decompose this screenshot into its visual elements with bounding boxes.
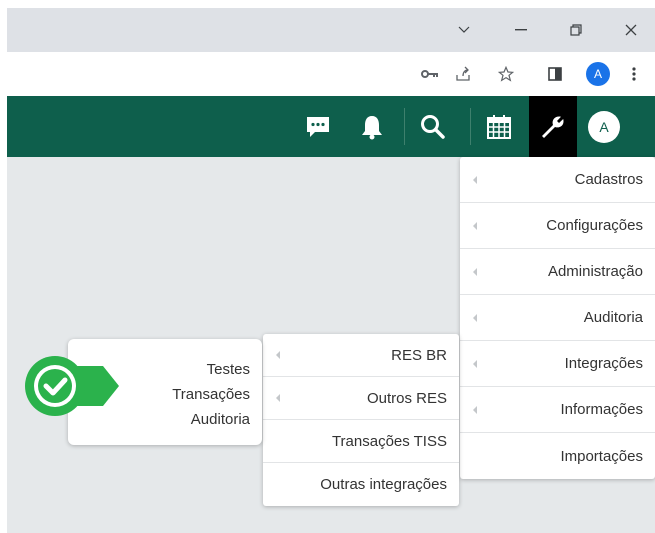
menu-item-integracoes[interactable]: Integrações <box>460 341 655 387</box>
wrench-icon <box>529 96 577 157</box>
wrench-tab[interactable] <box>529 96 577 157</box>
restore-icon[interactable] <box>562 16 590 44</box>
chevron-down-icon[interactable] <box>450 16 478 44</box>
caret-left-icon <box>276 351 280 359</box>
caret-left-icon <box>473 267 477 276</box>
check-icon <box>25 356 119 416</box>
check-badge <box>23 354 123 418</box>
submenu-item-outros-res[interactable]: Outros RES <box>263 377 459 420</box>
submenu-item-res-br[interactable]: RES BR <box>263 334 459 377</box>
menu-item-cadastros[interactable]: Cadastros <box>460 157 655 203</box>
close-icon[interactable] <box>617 16 645 44</box>
caret-left-icon <box>276 394 280 402</box>
share-icon[interactable] <box>450 61 476 87</box>
chat-icon[interactable] <box>303 96 333 157</box>
calendar-icon[interactable] <box>483 96 515 157</box>
submenu-item-label: Transações TISS <box>331 432 447 450</box>
sidepanel-icon[interactable] <box>542 61 568 87</box>
menu-item-informacoes[interactable]: Informações <box>460 387 655 433</box>
header-divider <box>404 108 405 145</box>
menu-item-importacoes[interactable]: Importações <box>460 433 655 479</box>
tools-menu: Cadastros Configurações Administração Au… <box>460 157 655 479</box>
caret-left-icon <box>473 221 477 230</box>
screen: A A Cadastros Configurações Administraçã… <box>7 8 655 533</box>
caret-left-icon <box>473 359 477 368</box>
submenu-item-label: RES BR <box>391 346 447 364</box>
star-icon[interactable] <box>493 61 519 87</box>
bell-icon[interactable] <box>357 96 387 157</box>
caret-left-icon <box>473 405 477 414</box>
user-avatar[interactable]: A <box>588 111 620 143</box>
search-icon[interactable] <box>417 96 449 157</box>
caret-left-icon <box>473 175 477 184</box>
minimize-icon[interactable] <box>507 16 535 44</box>
menu-item-label: Auditoria <box>583 309 643 326</box>
menu-item-administracao[interactable]: Administração <box>460 249 655 295</box>
window-titlebar <box>7 8 655 52</box>
app-header: A <box>7 96 655 157</box>
browser-toolbar: A <box>7 52 655 97</box>
menu-item-configuracoes[interactable]: Configurações <box>460 203 655 249</box>
menu-item-label: Cadastros <box>574 171 643 188</box>
integracoes-submenu: RES BR Outros RES Transações TISS Outras… <box>263 334 459 506</box>
res-br-item-auditoria[interactable]: Auditoria <box>191 411 250 428</box>
caret-left-icon <box>473 313 477 322</box>
menu-item-label: Importações <box>560 447 643 465</box>
header-divider <box>470 108 471 145</box>
more-menu-icon[interactable] <box>621 61 647 87</box>
menu-item-label: Informações <box>560 401 643 418</box>
submenu-item-transacoes-tiss[interactable]: Transações TISS <box>263 420 459 463</box>
submenu-item-label: Outros RES <box>366 389 447 407</box>
profile-avatar[interactable]: A <box>586 62 610 86</box>
menu-item-auditoria[interactable]: Auditoria <box>460 295 655 341</box>
submenu-item-label: Outras integrações <box>320 476 447 493</box>
submenu-item-outras-integracoes[interactable]: Outras integrações <box>263 463 459 506</box>
res-br-item-transacoes[interactable]: Transações <box>172 386 250 403</box>
key-icon[interactable] <box>417 61 443 87</box>
res-br-item-testes[interactable]: Testes <box>207 361 250 378</box>
menu-item-label: Configurações <box>546 217 643 234</box>
menu-item-label: Administração <box>547 263 643 280</box>
menu-item-label: Integrações <box>564 355 643 372</box>
